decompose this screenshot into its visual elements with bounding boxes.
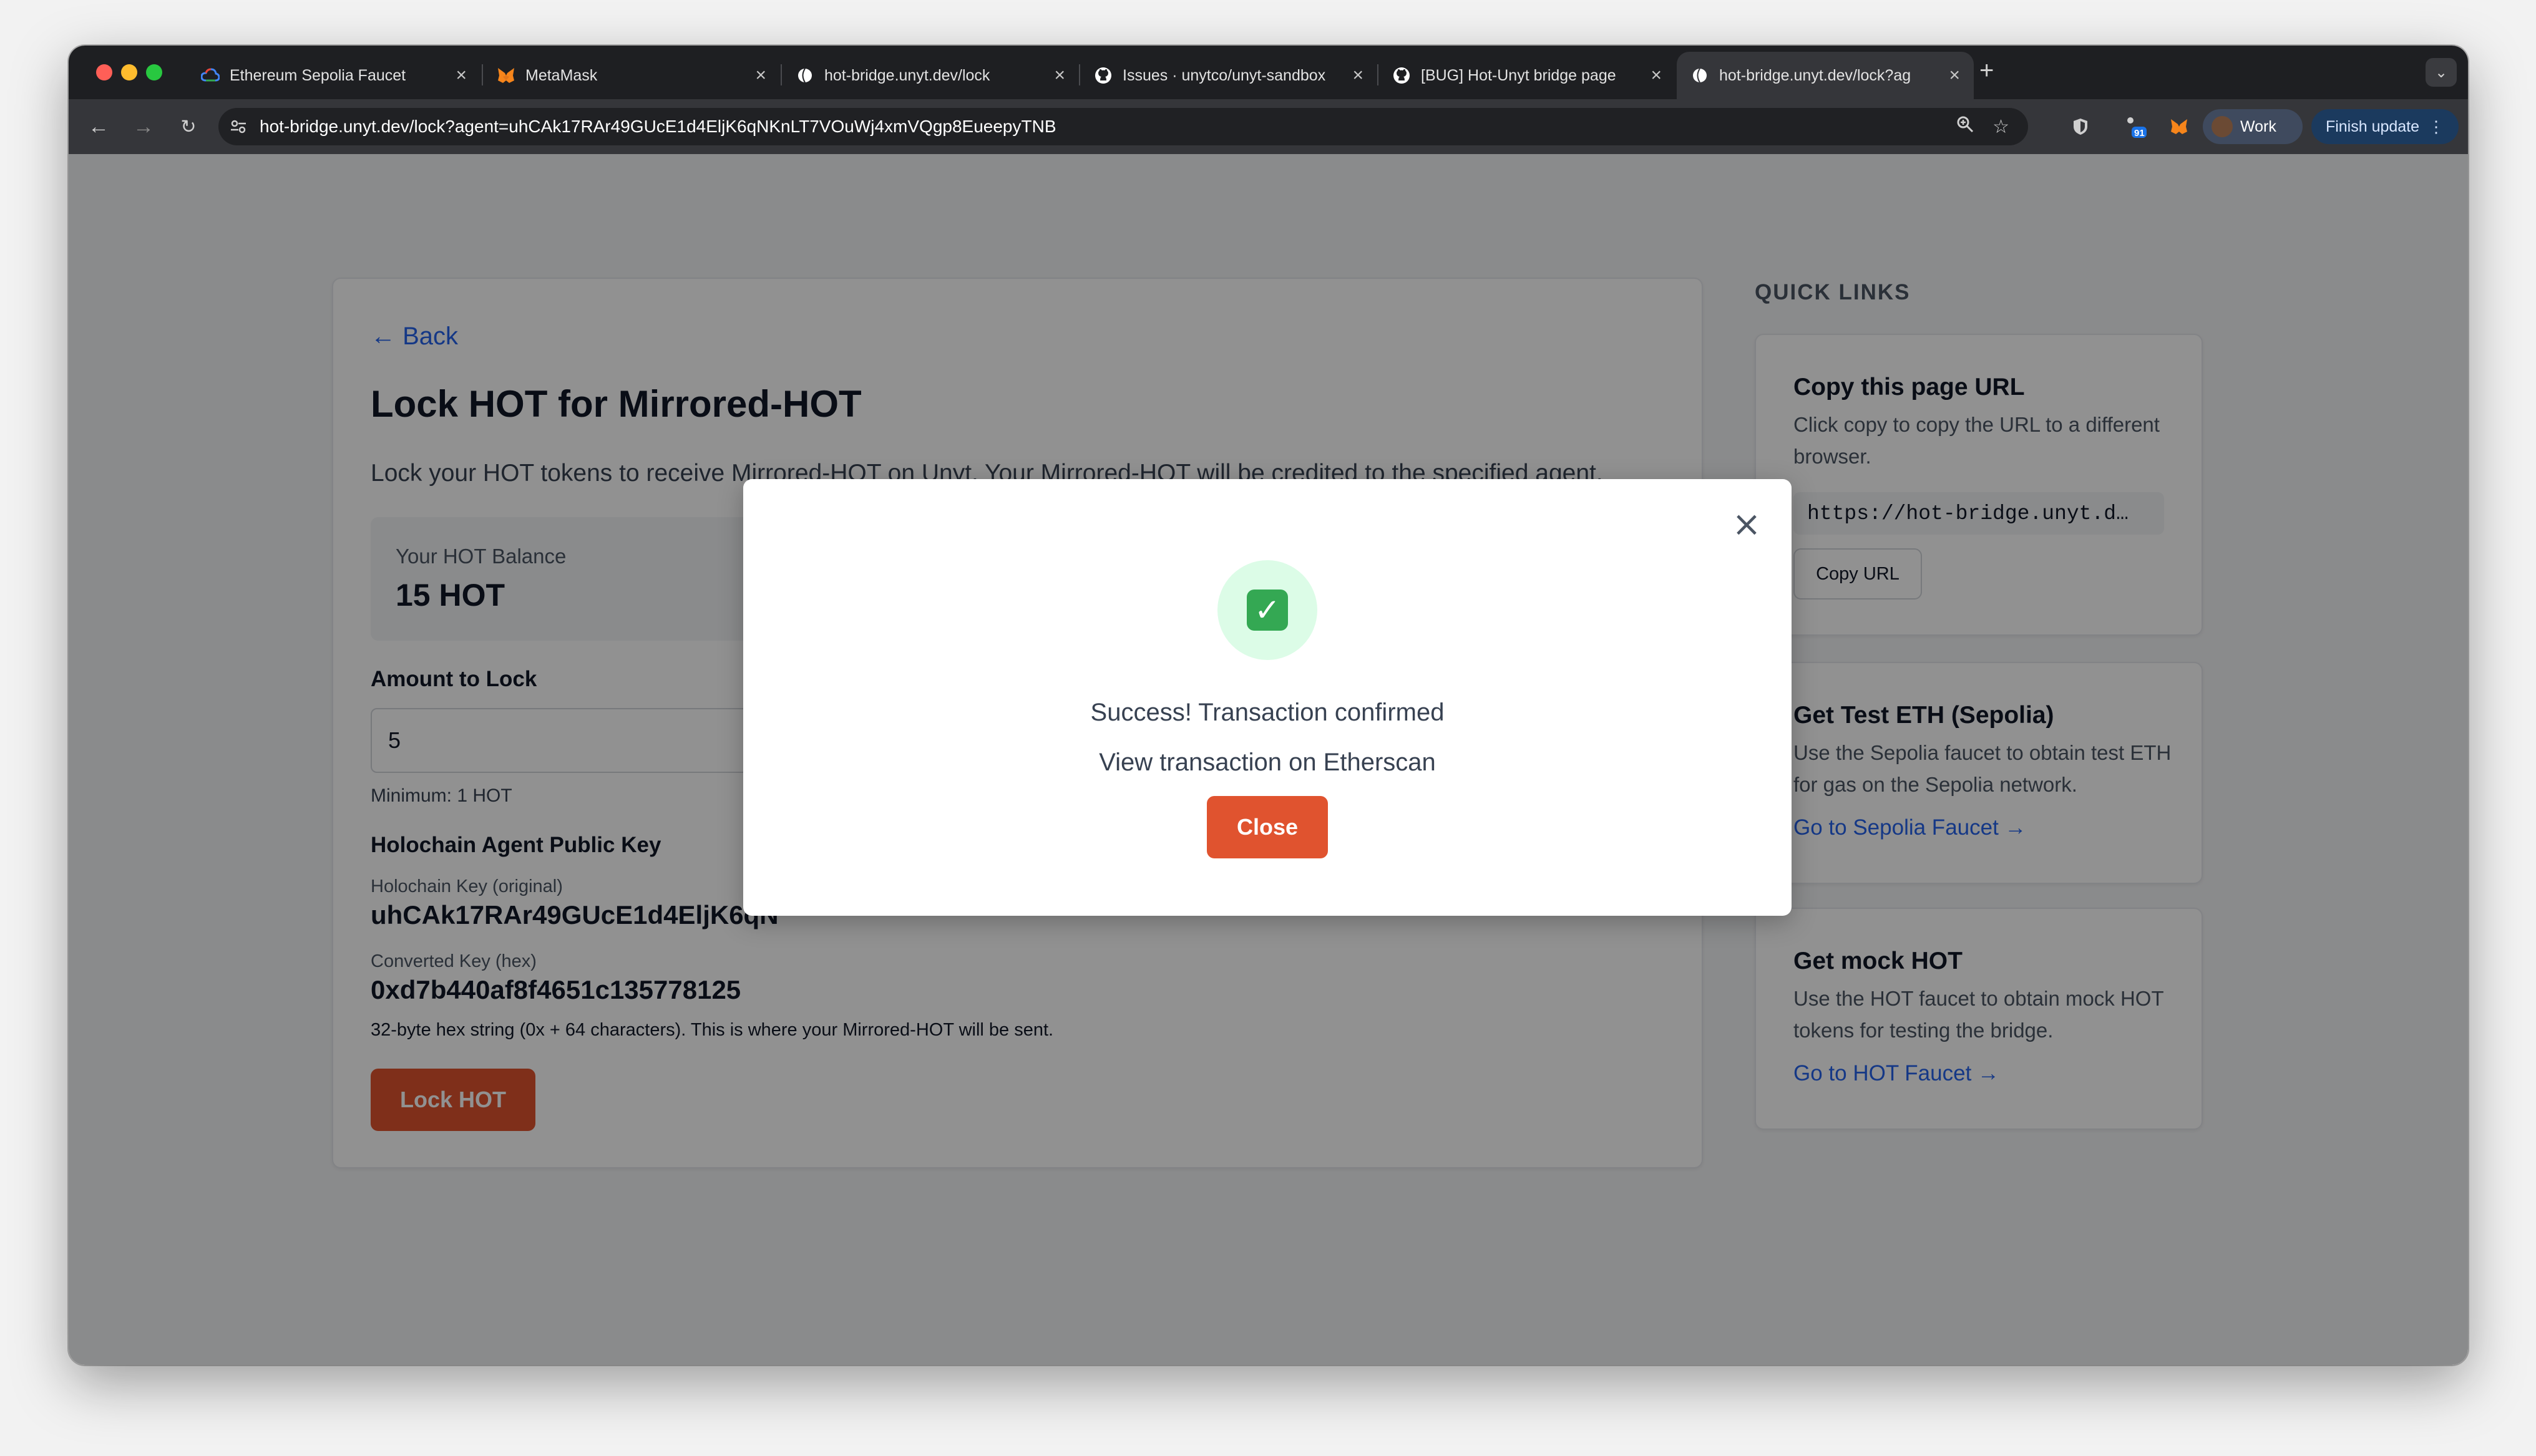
tab-title: MetaMask <box>525 66 598 84</box>
tab-title: hot-bridge.unyt.dev/lock <box>824 66 990 84</box>
tab-search-chevron-icon[interactable]: ⌄ <box>2426 58 2457 87</box>
forward-arrow-icon[interactable]: → <box>130 113 157 140</box>
update-label: Finish update <box>2325 117 2420 135</box>
tab-hot-bridge-lock[interactable]: hot-bridge.unyt.dev/lock × <box>782 52 1079 99</box>
browser-window: Ethereum Sepolia Faucet × MetaMask × hot… <box>69 46 2468 1365</box>
browser-toolbar: ← → ↻ hot-bridge.unyt.dev/lock?agent=uhC… <box>69 99 2468 154</box>
avatar <box>2212 116 2233 137</box>
close-icon[interactable]: × <box>1729 504 1764 545</box>
tab-sepolia-faucet[interactable]: Ethereum Sepolia Faucet × <box>187 52 480 99</box>
zoom-window-button[interactable] <box>146 64 162 80</box>
tab-title: hot-bridge.unyt.dev/lock?ag <box>1719 66 1911 84</box>
github-icon <box>1392 66 1411 85</box>
google-cloud-icon <box>201 66 220 85</box>
extension-badge-icon[interactable]: 91 <box>2123 114 2148 139</box>
check-mark-icon: ✓ <box>1247 590 1288 631</box>
tab-hot-bridge-active[interactable]: hot-bridge.unyt.dev/lock?ag × <box>1677 52 1974 99</box>
minimize-window-button[interactable] <box>121 64 137 80</box>
close-tab-icon[interactable]: × <box>456 65 467 86</box>
close-tab-icon[interactable]: × <box>1651 65 1662 86</box>
shield-extension-icon[interactable] <box>2068 114 2093 139</box>
etherscan-link[interactable]: View transaction on Etherscan <box>743 749 1792 777</box>
tab-title: Ethereum Sepolia Faucet <box>230 66 406 84</box>
bookmark-star-icon[interactable]: ☆ <box>1992 116 2009 138</box>
success-modal: × ✓ Success! Transaction confirmed View … <box>743 479 1792 916</box>
reload-icon[interactable]: ↻ <box>175 113 202 140</box>
profile-label: Work <box>2240 117 2276 135</box>
metamask-fox-icon <box>497 66 515 85</box>
tab-github-bug[interactable]: [BUG] Hot-Unyt bridge page × <box>1378 52 1675 99</box>
tab-strip: Ethereum Sepolia Faucet × MetaMask × hot… <box>69 46 2468 99</box>
close-window-button[interactable] <box>96 64 112 80</box>
success-badge: ✓ <box>1217 560 1317 660</box>
globe-icon <box>796 66 814 85</box>
tab-title: [BUG] Hot-Unyt bridge page <box>1421 66 1616 84</box>
kebab-menu-icon: ⋮ <box>2428 117 2445 136</box>
close-tab-icon[interactable]: × <box>1949 65 1960 86</box>
modal-title: Success! Transaction confirmed <box>1090 699 1445 726</box>
tab-title: Issues · unytco/unyt-sandbox <box>1123 66 1326 84</box>
github-icon <box>1094 66 1113 85</box>
close-tab-icon[interactable]: × <box>1054 65 1065 86</box>
extension-badge: 91 <box>2134 128 2145 138</box>
tab-metamask[interactable]: MetaMask × <box>483 52 780 99</box>
new-tab-button[interactable]: + <box>1979 57 1994 85</box>
site-settings-icon[interactable] <box>227 115 250 138</box>
profile-button[interactable]: Work <box>2203 109 2303 144</box>
url-text: hot-bridge.unyt.dev/lock?agent=uhCAk17RA… <box>260 117 1056 136</box>
close-tab-icon[interactable]: × <box>755 65 766 86</box>
tab-github-issues[interactable]: Issues · unytco/unyt-sandbox × <box>1080 52 1377 99</box>
finish-update-button[interactable]: Finish update ⋮ <box>2311 109 2459 144</box>
back-arrow-icon[interactable]: ← <box>85 113 112 140</box>
close-tab-icon[interactable]: × <box>1352 65 1363 86</box>
globe-icon <box>1690 66 1709 85</box>
metamask-extension-icon[interactable] <box>2167 114 2192 139</box>
modal-close-button[interactable]: Close <box>1207 796 1328 858</box>
zoom-icon[interactable] <box>1956 115 1974 138</box>
address-bar[interactable]: hot-bridge.unyt.dev/lock?agent=uhCAk17RA… <box>218 108 2028 145</box>
